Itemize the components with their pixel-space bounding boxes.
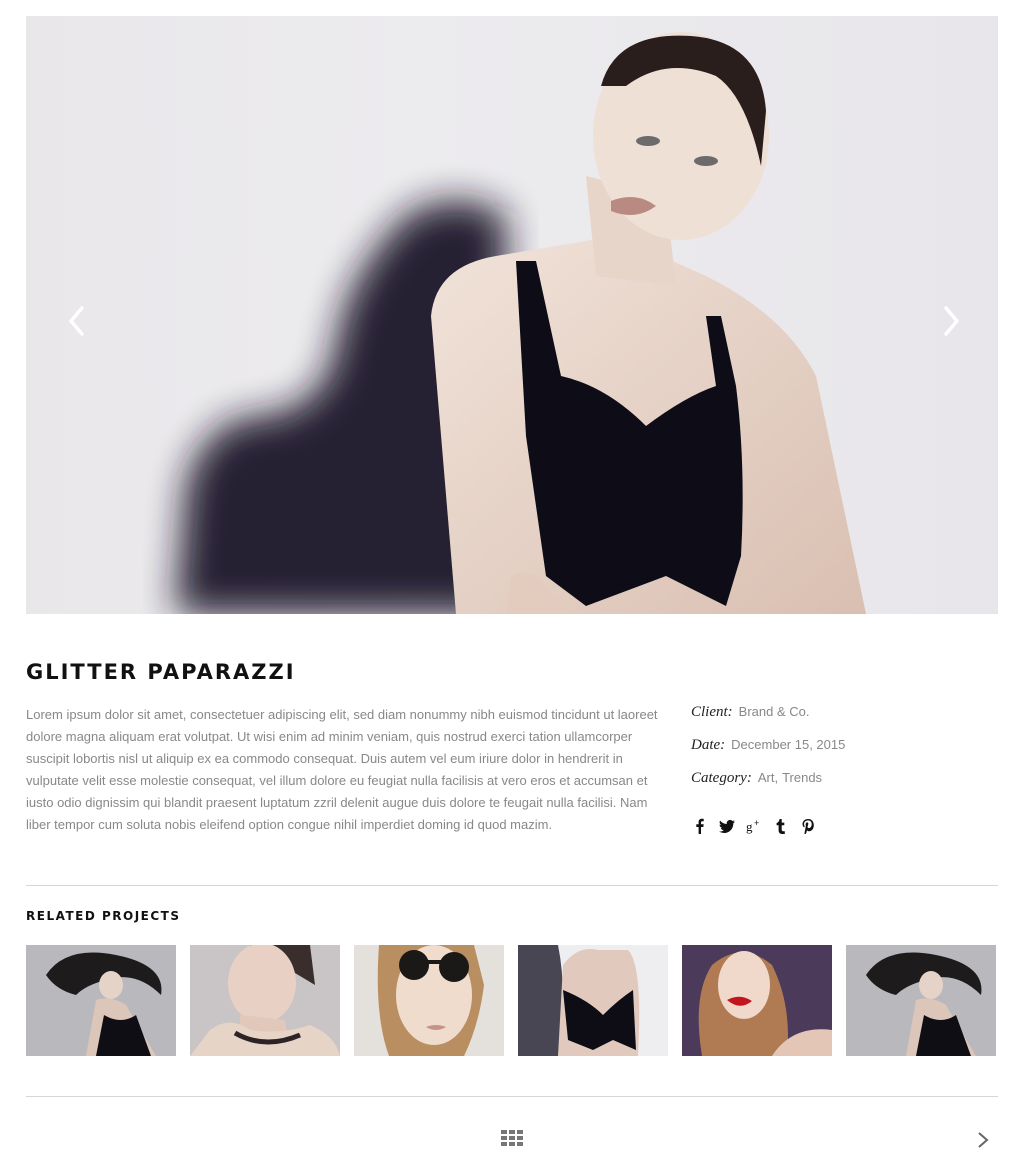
related-project-thumb[interactable]: [354, 945, 504, 1056]
project-meta: Client: Brand & Co. Date: December 15, 2…: [691, 704, 991, 803]
share-tumblr[interactable]: [772, 816, 790, 836]
related-project-thumb[interactable]: [26, 945, 176, 1056]
project-title: GLITTER PAPARAZZI: [26, 660, 296, 684]
meta-client-value: Brand & Co.: [738, 704, 810, 719]
category-link-trends[interactable]: Trends: [782, 770, 822, 785]
google-plus-icon: g +: [746, 818, 759, 834]
related-project-thumb[interactable]: [518, 945, 668, 1056]
related-project-image: [354, 945, 504, 1056]
category-separator: ,: [774, 770, 779, 785]
related-project-thumb[interactable]: [846, 945, 996, 1056]
related-project-image: [26, 945, 176, 1056]
meta-date-label: Date:: [691, 737, 726, 753]
related-project-thumb[interactable]: [190, 945, 340, 1056]
hero-image: [176, 32, 866, 614]
share-google-plus[interactable]: g +: [745, 816, 763, 836]
share-pinterest[interactable]: [799, 816, 817, 836]
related-project-image: [518, 945, 668, 1056]
facebook-icon: [696, 818, 704, 834]
related-project-thumb[interactable]: [682, 945, 832, 1056]
meta-date: Date: December 15, 2015: [691, 737, 991, 770]
svg-text:+: +: [754, 818, 759, 828]
twitter-icon: [719, 819, 735, 833]
meta-client-label: Client:: [691, 704, 733, 720]
meta-date-value: December 15, 2015: [731, 737, 846, 752]
chevron-left-icon: [69, 306, 84, 336]
meta-category: Category: Art , Trends: [691, 770, 991, 803]
next-project-button[interactable]: [976, 1131, 990, 1149]
divider-bottom: [26, 1096, 998, 1097]
share-twitter[interactable]: [718, 816, 736, 836]
meta-category-label: Category:: [691, 770, 752, 786]
svg-text:g: g: [746, 819, 753, 834]
related-projects-title: RELATED PROJECTS: [26, 909, 181, 923]
slider-prev-button[interactable]: [60, 304, 94, 338]
chevron-right-icon: [944, 306, 959, 336]
related-projects-grid: [26, 945, 996, 1056]
slider-next-button[interactable]: [934, 304, 968, 338]
hero-slider: [26, 16, 998, 614]
related-project-image: [190, 945, 340, 1056]
related-project-image: [682, 945, 832, 1056]
back-to-portfolio-button[interactable]: [501, 1130, 523, 1146]
share-facebook[interactable]: [691, 816, 709, 836]
project-description: Lorem ipsum dolor sit amet, consectetuer…: [26, 707, 658, 832]
pinterest-icon: [802, 819, 814, 834]
meta-client: Client: Brand & Co.: [691, 704, 991, 737]
social-share: g +: [691, 816, 826, 836]
grid-icon: [501, 1130, 523, 1146]
divider-top: [26, 885, 998, 886]
related-project-image: [846, 945, 996, 1056]
category-link-art[interactable]: Art: [758, 770, 775, 785]
tumblr-icon: [776, 819, 785, 834]
chevron-right-icon: [978, 1132, 989, 1148]
